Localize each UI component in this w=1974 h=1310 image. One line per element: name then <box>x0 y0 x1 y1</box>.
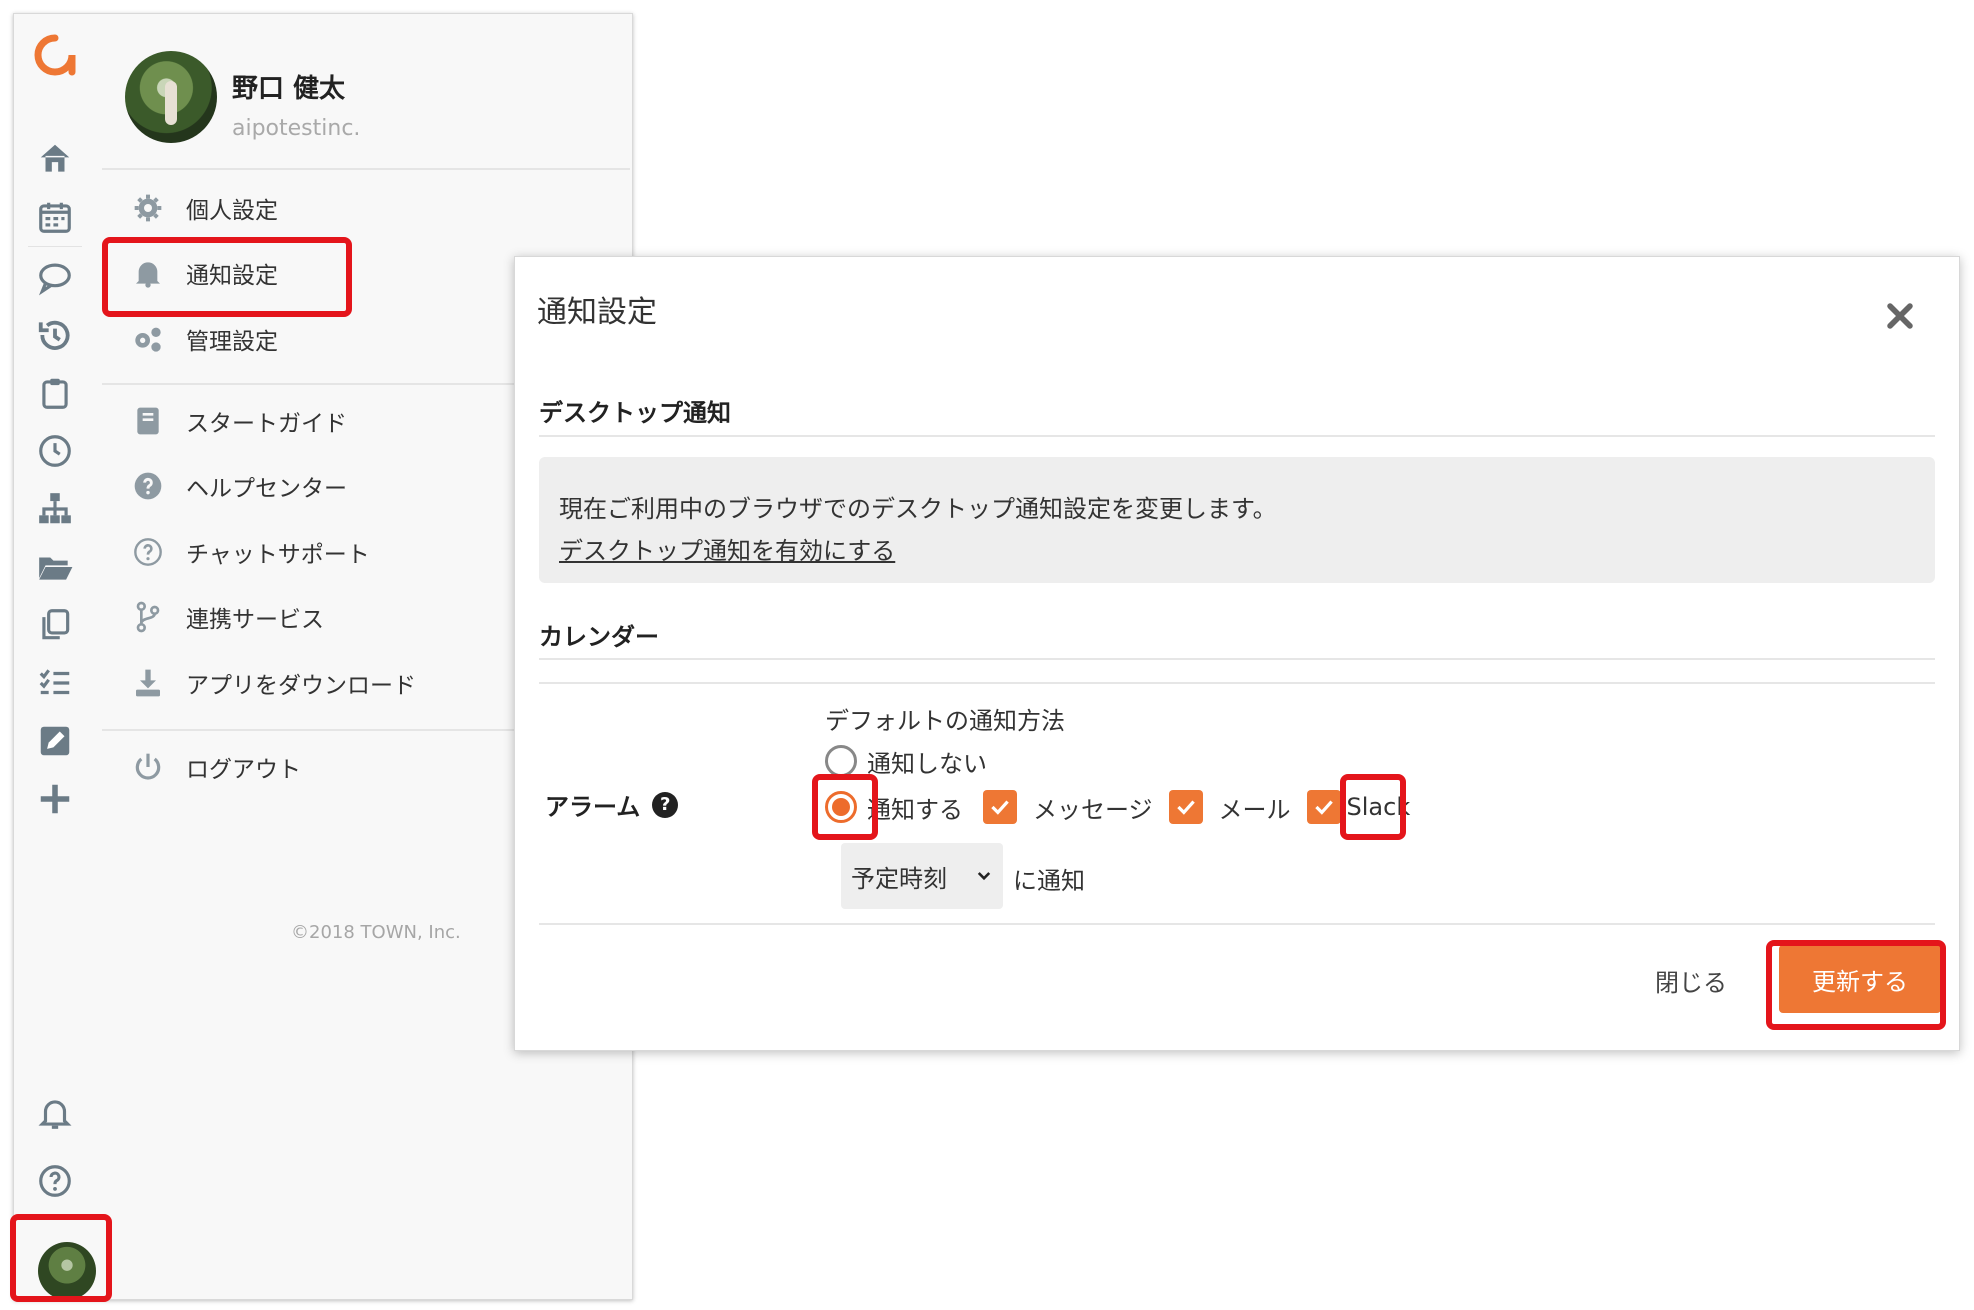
chevron-down-icon <box>977 872 991 881</box>
menu-item-label: スタートガイド <box>186 411 347 437</box>
menu-item-logout[interactable]: ログアウト <box>130 745 301 789</box>
checkbox-message[interactable] <box>983 790 1017 824</box>
section-divider <box>539 658 1935 660</box>
enable-desktop-notification-link[interactable]: デスクトップ通知を有効にする <box>559 531 895 566</box>
screenshot-canvas: 野口 健太 aipotestinc. 個人設定 通知設定 管理設定 スタートガイ… <box>0 0 1974 1310</box>
section-divider <box>539 435 1935 437</box>
checkbox-mail[interactable] <box>1168 790 1203 824</box>
section-divider <box>539 682 1935 684</box>
menu-item-label: ヘルプセンター <box>186 476 347 502</box>
checkbox-slack[interactable] <box>1306 790 1341 824</box>
menu-item-start-guide[interactable]: スタートガイド <box>130 399 347 443</box>
question-outline-icon <box>130 534 166 570</box>
menu-item-download-app[interactable]: アプリをダウンロード <box>130 661 416 705</box>
menu-item-label: アプリをダウンロード <box>186 673 416 699</box>
plus-icon[interactable] <box>28 774 82 824</box>
footer-divider <box>539 923 1935 925</box>
calendar-icon[interactable] <box>28 192 82 242</box>
highlight-notify-radio <box>812 774 878 840</box>
power-icon <box>130 749 166 785</box>
option-notify[interactable]: 通知する メッセージ メール Slack <box>825 787 1410 827</box>
option-no-notify-label: 通知しない <box>867 749 987 778</box>
clock-icon[interactable] <box>28 426 82 476</box>
checklist-icon[interactable] <box>28 658 82 708</box>
highlight-slack-checkbox <box>1340 774 1406 840</box>
desktop-info-box: 現在ご利用中のブラウザでのデスクトップ通知設定を変更します。 デスクトップ通知を… <box>539 457 1935 583</box>
folder-icon[interactable] <box>28 542 82 592</box>
download-icon <box>130 665 166 701</box>
history-icon[interactable] <box>28 310 82 360</box>
highlight-avatar <box>10 1214 112 1302</box>
menu-item-personal-settings[interactable]: 個人設定 <box>130 186 278 230</box>
home-icon[interactable] <box>28 134 82 184</box>
timing-select[interactable]: 予定時刻 <box>841 843 1003 909</box>
default-method-label: デフォルトの通知方法 <box>825 707 1065 735</box>
profile-org: aipotestinc. <box>232 116 361 141</box>
org-chart-icon[interactable] <box>28 484 82 534</box>
timing-suffix: に通知 <box>1013 867 1085 895</box>
notification-settings-modal: 通知設定 デスクトップ通知 現在ご利用中のブラウザでのデスクトップ通知設定を変更… <box>514 256 1960 1051</box>
alarm-label-text: アラーム <box>545 793 641 821</box>
icon-rail <box>14 14 96 1299</box>
desktop-section-heading: デスクトップ通知 <box>539 399 731 427</box>
menu-item-integrations[interactable]: 連携サービス <box>130 595 324 639</box>
help-icon[interactable] <box>28 1156 82 1206</box>
alarm-label: アラーム ? <box>545 787 679 822</box>
radio-no-notify[interactable] <box>825 745 857 777</box>
question-circle-icon <box>130 468 166 504</box>
branch-icon <box>130 599 166 635</box>
profile-name: 野口 健太 <box>232 74 346 104</box>
menu-divider <box>102 168 630 170</box>
help-icon[interactable]: ? <box>652 791 679 818</box>
menu-item-help-center[interactable]: ヘルプセンター <box>130 464 347 508</box>
timing-select-value: 予定時刻 <box>851 864 947 893</box>
app-logo-icon[interactable] <box>32 32 78 78</box>
copy-icon[interactable] <box>28 600 82 650</box>
profile-avatar <box>125 51 217 143</box>
highlight-notification-menu <box>102 237 352 317</box>
menu-item-label: 連携サービス <box>186 607 324 633</box>
gear-icon <box>130 190 166 226</box>
clipboard-icon[interactable] <box>28 368 82 418</box>
desktop-description: 現在ご利用中のブラウザでのデスクトップ通知設定を変更します。 <box>559 495 1277 523</box>
rail-divider <box>28 246 82 247</box>
menu-item-label: チャットサポート <box>186 542 370 568</box>
gears-icon <box>130 321 166 357</box>
menu-item-admin-settings[interactable]: 管理設定 <box>130 317 278 361</box>
calendar-section-heading: カレンダー <box>539 623 659 651</box>
close-button[interactable]: 閉じる <box>1655 963 1727 998</box>
edit-icon[interactable] <box>28 716 82 766</box>
checkbox-message-label: メッセージ <box>1033 795 1153 824</box>
highlight-update-button <box>1766 940 1946 1030</box>
chat-icon[interactable] <box>28 252 82 302</box>
menu-item-chat-support[interactable]: チャットサポート <box>130 530 370 574</box>
modal-title: 通知設定 <box>537 295 657 330</box>
bell-icon[interactable] <box>28 1088 82 1138</box>
close-icon[interactable] <box>1883 299 1917 333</box>
checkbox-mail-label: メール <box>1218 795 1291 824</box>
copyright: ©2018 TOWN, Inc. <box>291 922 461 943</box>
menu-item-label: 個人設定 <box>186 198 278 224</box>
menu-item-label: 管理設定 <box>186 329 278 355</box>
book-icon <box>130 403 166 439</box>
option-notify-label: 通知する <box>867 795 963 824</box>
menu-item-label: ログアウト <box>186 757 301 783</box>
